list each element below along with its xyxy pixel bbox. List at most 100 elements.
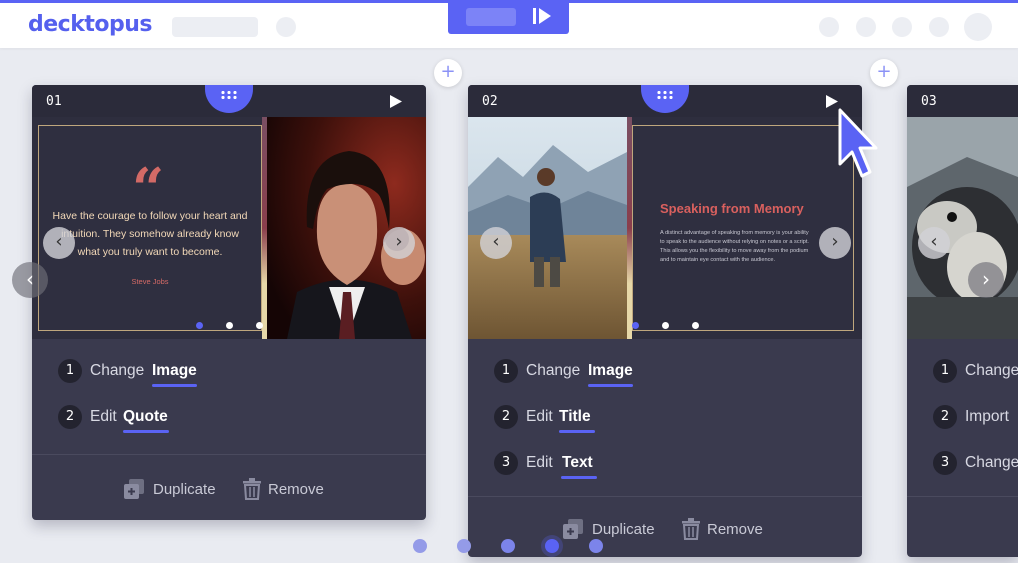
body-line: This allows you the flexibility to move … bbox=[660, 248, 809, 254]
trash-icon[interactable] bbox=[242, 478, 262, 500]
body-line: and to maintain eye contact with the aud… bbox=[660, 257, 776, 263]
slide-preview[interactable]: ‹ bbox=[907, 117, 1018, 339]
action-edit-quote[interactable]: 2 Edit Quote bbox=[58, 403, 258, 433]
action-verb: Change bbox=[90, 362, 145, 379]
play-icon bbox=[533, 8, 551, 24]
card-divider bbox=[32, 454, 426, 455]
action-edit-title[interactable]: 2 Edit Title bbox=[494, 403, 694, 433]
carousel-dot[interactable] bbox=[662, 322, 669, 329]
step-number: 1 bbox=[494, 359, 518, 383]
quote-text: Have the courage to follow your heart an… bbox=[42, 207, 258, 261]
present-button-label-placeholder bbox=[466, 8, 516, 26]
present-button[interactable] bbox=[448, 0, 569, 34]
action-edit-text[interactable]: 3 Edit Text bbox=[494, 449, 694, 479]
duplicate-icon[interactable] bbox=[123, 478, 145, 500]
toolbar-circle-button[interactable] bbox=[929, 17, 949, 37]
card-header: 03 bbox=[907, 85, 1018, 117]
carousel-dot[interactable] bbox=[632, 322, 639, 329]
grip-dots-icon bbox=[657, 91, 673, 99]
step-number: 1 bbox=[933, 359, 957, 383]
action-verb: Change bbox=[526, 362, 581, 379]
duplicate-button[interactable]: Duplicate bbox=[592, 521, 655, 538]
action-verb: Edit bbox=[90, 408, 117, 425]
action-change-image[interactable]: 1 Change Image bbox=[58, 357, 258, 387]
scroll-left-arrow[interactable]: ‹ bbox=[12, 262, 48, 298]
step-number: 2 bbox=[494, 405, 518, 429]
body-line: A distinct advantage of speaking from me… bbox=[660, 230, 809, 236]
text-frame bbox=[632, 125, 854, 331]
action-underline bbox=[559, 430, 595, 433]
insert-slide-button[interactable]: + bbox=[870, 59, 898, 87]
step-number: 2 bbox=[933, 405, 957, 429]
quote-line: Have the courage to follow your heart an… bbox=[52, 210, 248, 222]
action-verb: Edit bbox=[526, 454, 553, 471]
previous-slide-arrow[interactable]: ‹ bbox=[43, 227, 75, 259]
pagination-dot[interactable] bbox=[413, 539, 427, 553]
action-change[interactable]: 1 Change bbox=[933, 357, 1018, 387]
pagination-dot-active[interactable] bbox=[545, 539, 559, 553]
logo[interactable]: decktopus bbox=[28, 12, 152, 37]
step-number: 2 bbox=[58, 405, 82, 429]
slide-number: 03 bbox=[921, 94, 937, 109]
action-object: Title bbox=[559, 408, 591, 425]
action-underline bbox=[123, 430, 169, 433]
card-divider bbox=[907, 496, 1018, 497]
action-object: Text bbox=[562, 454, 593, 471]
slide-body: A distinct advantage of speaking from me… bbox=[660, 229, 846, 265]
action-change-image[interactable]: 1 Change Image bbox=[494, 357, 694, 387]
trash-icon[interactable] bbox=[681, 518, 701, 540]
scroll-right-arrow[interactable]: › bbox=[968, 262, 1004, 298]
action-object: Image bbox=[588, 362, 633, 379]
insert-slide-button[interactable]: + bbox=[434, 59, 462, 87]
duplicate-icon[interactable] bbox=[562, 518, 584, 540]
previous-slide-arrow[interactable]: ‹ bbox=[918, 227, 950, 259]
action-verb: Change bbox=[965, 454, 1018, 471]
action-object: Quote bbox=[123, 408, 168, 425]
dog-photo bbox=[907, 117, 1018, 339]
slide-card-01[interactable]: 01 “ Have the courage to follow your hea… bbox=[32, 85, 426, 520]
slide-title: Speaking from Memory bbox=[660, 201, 804, 216]
next-slide-arrow[interactable]: › bbox=[383, 227, 415, 259]
toolbar-circle-button[interactable] bbox=[856, 17, 876, 37]
mouse-pointer-icon bbox=[838, 108, 878, 178]
quote-author: Steve Jobs bbox=[131, 277, 169, 286]
action-verb: Edit bbox=[526, 408, 553, 425]
pagination-dot[interactable] bbox=[501, 539, 515, 553]
pagination-dot[interactable] bbox=[589, 539, 603, 553]
toolbar-circle-button[interactable] bbox=[819, 17, 839, 37]
action-underline bbox=[561, 476, 597, 479]
slide-preview[interactable]: “ Have the courage to follow your heart … bbox=[32, 117, 426, 339]
carousel-dot[interactable] bbox=[226, 322, 233, 329]
remove-button[interactable]: Remove bbox=[707, 521, 763, 538]
step-number: 1 bbox=[58, 359, 82, 383]
grip-dots-icon bbox=[221, 91, 237, 99]
action-underline bbox=[588, 384, 633, 387]
slide-card-03[interactable]: 03 ‹ 1 Change 2 Import 3 Change bbox=[907, 85, 1018, 557]
slide-number: 01 bbox=[46, 94, 62, 109]
toolbar-circle-button[interactable] bbox=[276, 17, 296, 37]
action-object: Image bbox=[152, 362, 197, 379]
next-slide-arrow[interactable]: › bbox=[819, 227, 851, 259]
slide-card-02[interactable]: 02 Speaking from Memory A distinct advan… bbox=[468, 85, 862, 557]
slide-number: 02 bbox=[482, 94, 498, 109]
action-verb: Import bbox=[965, 408, 1009, 425]
step-number: 3 bbox=[494, 451, 518, 475]
user-avatar[interactable] bbox=[964, 13, 992, 41]
action-underline bbox=[152, 384, 197, 387]
presentation-title-placeholder[interactable] bbox=[172, 17, 258, 37]
action-verb: Change bbox=[965, 362, 1018, 379]
carousel-dot[interactable] bbox=[692, 322, 699, 329]
action-import[interactable]: 2 Import bbox=[933, 403, 1018, 433]
carousel-dot[interactable] bbox=[256, 322, 263, 329]
duplicate-button[interactable]: Duplicate bbox=[153, 481, 216, 498]
slide-preview[interactable]: Speaking from Memory A distinct advantag… bbox=[468, 117, 862, 339]
card-divider bbox=[468, 496, 862, 497]
action-change[interactable]: 3 Change bbox=[933, 449, 1018, 479]
step-number: 3 bbox=[933, 451, 957, 475]
toolbar-circle-button[interactable] bbox=[892, 17, 912, 37]
remove-button[interactable]: Remove bbox=[268, 481, 324, 498]
play-slide-icon[interactable] bbox=[390, 95, 402, 108]
previous-slide-arrow[interactable]: ‹ bbox=[480, 227, 512, 259]
pagination-dot[interactable] bbox=[457, 539, 471, 553]
carousel-dot[interactable] bbox=[196, 322, 203, 329]
